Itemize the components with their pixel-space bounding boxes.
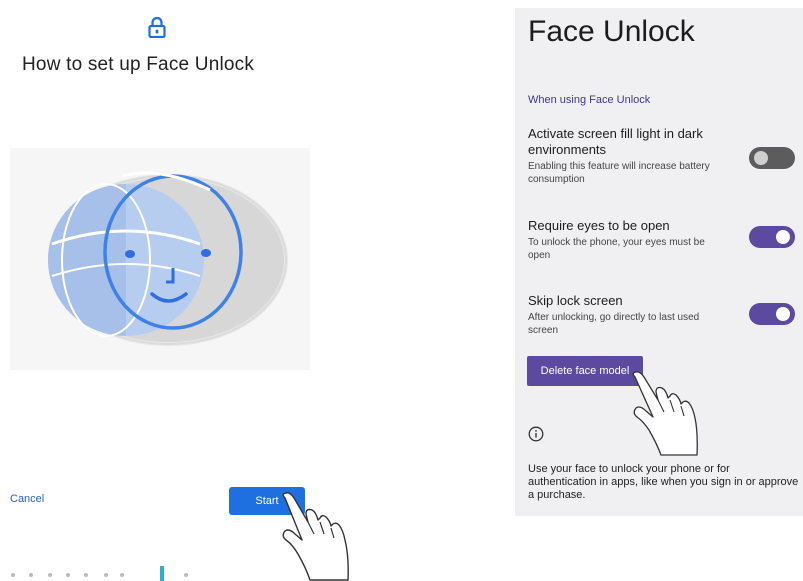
setting-title: Activate screen fill light in dark envir… [528, 126, 703, 157]
section-header: When using Face Unlock [528, 94, 651, 106]
setting-fill-light[interactable]: Activate screen fill light in dark envir… [528, 126, 728, 186]
face-unlock-setup-screen: How to set up Face Unlock Cancel Start [0, 0, 420, 581]
info-icon [528, 426, 544, 442]
toggle-knob [776, 230, 790, 244]
setting-skip-lock[interactable]: Skip lock screen After unlocking, go dir… [528, 293, 728, 337]
loading-indicator-decoration [11, 566, 188, 581]
setting-title: Skip lock screen [528, 293, 623, 308]
setting-require-eyes[interactable]: Require eyes to be open To unlock the ph… [528, 218, 728, 262]
face-unlock-settings-screen: Face Unlock When using Face Unlock Activ… [515, 8, 803, 516]
info-description: Use your face to unlock your phone or fo… [528, 463, 799, 501]
setting-title: Require eyes to be open [528, 218, 670, 233]
toggle-knob [754, 151, 768, 165]
setting-description: To unlock the phone, your eyes must be o… [528, 237, 705, 261]
face-scan-illustration [10, 148, 310, 370]
cancel-button[interactable]: Cancel [10, 493, 44, 505]
setup-title: How to set up Face Unlock [22, 54, 255, 75]
require-eyes-toggle[interactable] [749, 226, 795, 248]
pointing-hand-icon [632, 371, 698, 456]
page-title: Face Unlock [528, 15, 695, 48]
setting-description: After unlocking, go directly to last use… [528, 312, 700, 336]
skip-lock-toggle[interactable] [749, 303, 795, 325]
lock-icon [148, 16, 166, 38]
toggle-knob [776, 307, 790, 321]
pointing-hand-icon [282, 492, 349, 581]
fill-light-toggle[interactable] [749, 147, 795, 169]
setting-description: Enabling this feature will increase batt… [528, 161, 710, 185]
